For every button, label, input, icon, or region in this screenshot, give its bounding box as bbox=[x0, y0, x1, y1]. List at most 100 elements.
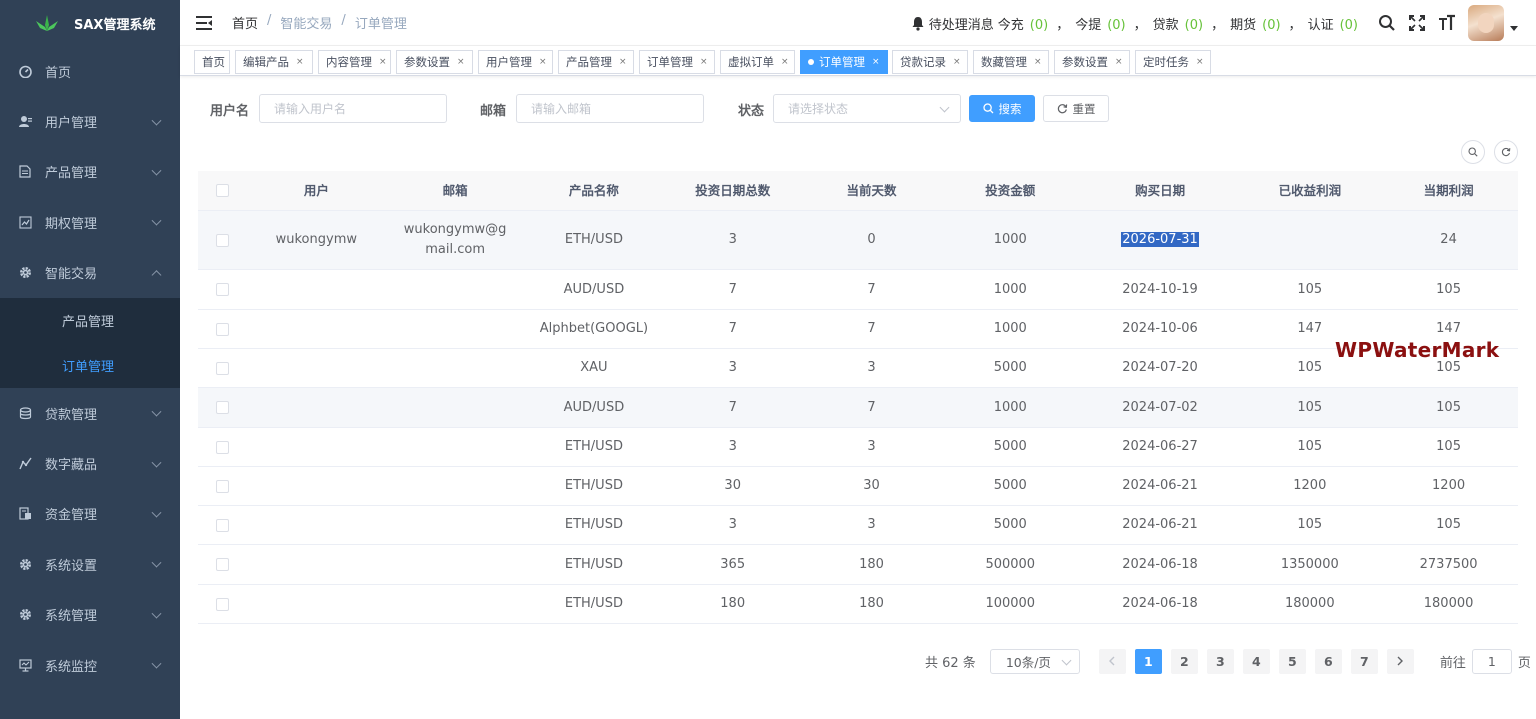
table-row[interactable]: AUD/USD 7 7 1000 2024-10-19 105 105 bbox=[198, 270, 1518, 310]
page-button-7[interactable]: 7 bbox=[1350, 648, 1378, 674]
table-row[interactable]: AUD/USD 7 7 1000 2024-07-02 105 105 bbox=[198, 388, 1518, 428]
tag-2[interactable]: 内容管理 × bbox=[318, 50, 391, 74]
stat-label[interactable]: 认证 bbox=[1308, 18, 1334, 33]
row-checkbox[interactable] bbox=[215, 322, 229, 336]
stat-label[interactable]: 贷款 bbox=[1153, 18, 1179, 33]
search-icon[interactable] bbox=[1378, 14, 1396, 32]
close-icon[interactable]: × bbox=[700, 57, 708, 67]
sidebar-item-0[interactable]: 首页 bbox=[0, 46, 180, 96]
sidebar-item-5[interactable]: 系统监控 bbox=[0, 640, 180, 690]
close-icon[interactable]: × bbox=[539, 57, 547, 67]
stat-count[interactable]: (0) bbox=[1185, 18, 1203, 33]
stat-count[interactable]: (0) bbox=[1030, 18, 1048, 33]
table-row[interactable]: ETH/USD 30 30 5000 2024-06-21 1200 1200 bbox=[198, 467, 1518, 506]
row-checkbox[interactable] bbox=[215, 361, 229, 375]
tag-4[interactable]: 用户管理 × bbox=[478, 50, 553, 74]
sidebar-item-1[interactable]: 用户管理 bbox=[0, 96, 180, 146]
row-checkbox[interactable] bbox=[215, 597, 229, 611]
prev-page-button[interactable] bbox=[1098, 648, 1126, 674]
table-row[interactable]: ETH/USD 3 3 5000 2024-06-27 105 105 bbox=[198, 428, 1518, 467]
table-row[interactable]: ETH/USD 180 180 100000 2024-06-18 180000 18000… bbox=[198, 585, 1518, 624]
avatar[interactable] bbox=[1468, 5, 1504, 41]
tag-1[interactable]: 编辑产品 × bbox=[235, 50, 313, 74]
breadcrumb-home[interactable]: 首页 bbox=[232, 13, 258, 32]
row-checkbox[interactable] bbox=[215, 283, 229, 296]
tag-7[interactable]: 虚拟订单 × bbox=[720, 50, 795, 74]
tag-0[interactable]: 首页 bbox=[194, 50, 230, 74]
close-icon[interactable]: × bbox=[296, 57, 304, 67]
refresh-table-button[interactable] bbox=[1494, 140, 1518, 164]
page-button-4[interactable]: 4 bbox=[1242, 648, 1270, 674]
close-icon[interactable]: × bbox=[619, 57, 627, 67]
sidebar-item-3[interactable]: 期权管理 bbox=[0, 197, 180, 247]
tag-6[interactable]: 订单管理 × bbox=[639, 50, 715, 74]
close-icon[interactable]: × bbox=[953, 57, 961, 67]
close-icon[interactable]: × bbox=[1034, 57, 1042, 67]
status-select[interactable]: 请选择状态 bbox=[773, 94, 961, 123]
fullscreen-icon[interactable] bbox=[1408, 14, 1426, 32]
row-checkbox[interactable] bbox=[215, 233, 229, 247]
sidebar-item-1[interactable]: 数字藏品 bbox=[0, 438, 180, 488]
page-button-5[interactable]: 5 bbox=[1278, 648, 1306, 674]
breadcrumb-smart-trading[interactable]: 智能交易 bbox=[280, 13, 332, 32]
tag-5[interactable]: 产品管理 × bbox=[558, 50, 634, 74]
sidebar-item-4[interactable]: 智能交易 bbox=[0, 248, 180, 298]
tag-11[interactable]: 参数设置 × bbox=[1054, 50, 1130, 74]
sidebar-item-3[interactable]: 系统设置 bbox=[0, 539, 180, 589]
close-icon[interactable]: × bbox=[1115, 57, 1123, 67]
reset-button[interactable]: 重置 bbox=[1043, 95, 1109, 122]
stat-count[interactable]: (0) bbox=[1107, 18, 1125, 33]
table-row[interactable]: XAU 3 3 5000 2024-07-20 105 105 bbox=[198, 349, 1518, 388]
goto-page-input[interactable]: 1 bbox=[1471, 648, 1512, 674]
bell-icon[interactable] bbox=[911, 16, 925, 31]
page-size-select[interactable]: 10条/页 bbox=[989, 648, 1080, 674]
row-checkbox[interactable] bbox=[215, 479, 229, 493]
username-input[interactable]: 请输入用户名 bbox=[259, 94, 447, 123]
close-icon[interactable]: × bbox=[1196, 57, 1204, 67]
dashboard-icon bbox=[18, 64, 32, 78]
submenu-item-1[interactable]: 订单管理 bbox=[0, 343, 180, 388]
tag-8[interactable]: 订单管理 × bbox=[800, 50, 888, 74]
page-button-2[interactable]: 2 bbox=[1170, 648, 1198, 674]
pending-messages-label[interactable]: 待处理消息 bbox=[929, 14, 994, 33]
font-size-icon[interactable] bbox=[1438, 14, 1456, 32]
page-button-3[interactable]: 3 bbox=[1206, 648, 1234, 674]
row-checkbox[interactable] bbox=[215, 401, 229, 414]
search-button[interactable]: 搜索 bbox=[969, 95, 1035, 122]
tag-12[interactable]: 定时任务 × bbox=[1135, 50, 1211, 74]
toggle-search-button[interactable] bbox=[1461, 140, 1485, 164]
next-page-button[interactable] bbox=[1386, 648, 1414, 674]
stat-label[interactable]: 今充 bbox=[998, 18, 1024, 33]
close-icon[interactable]: × bbox=[379, 57, 387, 67]
row-checkbox[interactable] bbox=[215, 558, 229, 571]
sidebar-item-2[interactable]: 产品管理 bbox=[0, 147, 180, 197]
stat-count[interactable]: (0) bbox=[1340, 18, 1358, 33]
close-icon[interactable]: × bbox=[872, 57, 880, 67]
search-icon bbox=[1468, 147, 1478, 157]
hamburger-icon[interactable] bbox=[196, 15, 212, 30]
email-input[interactable]: 请输入邮箱 bbox=[516, 94, 704, 123]
tag-3[interactable]: 参数设置 × bbox=[396, 50, 473, 74]
row-checkbox[interactable] bbox=[215, 440, 229, 454]
page-button-1[interactable]: 1 bbox=[1134, 648, 1162, 674]
sidebar-item-0[interactable]: 贷款管理 bbox=[0, 388, 180, 438]
table-row[interactable]: wukongymw wukongymw@gmail.com ETH/USD 3 0 100… bbox=[198, 211, 1518, 270]
sidebar-item-2[interactable]: 资金管理 bbox=[0, 489, 180, 539]
stat-count[interactable]: (0) bbox=[1262, 18, 1280, 33]
close-icon[interactable]: × bbox=[457, 57, 465, 67]
tag-10[interactable]: 数藏管理 × bbox=[973, 50, 1049, 74]
select-all-checkbox[interactable] bbox=[215, 184, 229, 197]
stat-label[interactable]: 期货 bbox=[1230, 18, 1256, 33]
cell-current-days: 180 bbox=[859, 596, 884, 611]
stat-label[interactable]: 今提 bbox=[1075, 18, 1101, 33]
close-icon[interactable]: × bbox=[781, 57, 789, 67]
submenu-item-0[interactable]: 产品管理 bbox=[0, 298, 180, 343]
page-button-6[interactable]: 6 bbox=[1314, 648, 1342, 674]
table-row[interactable]: ETH/USD 3 3 5000 2024-06-21 105 105 bbox=[198, 506, 1518, 545]
table-row[interactable]: ETH/USD 365 180 500000 2024-06-18 1350000 2737… bbox=[198, 545, 1518, 585]
table-row[interactable]: Alphbet(GOOGL) 7 7 1000 2024-10-06 147 147 bbox=[198, 310, 1518, 349]
row-checkbox[interactable] bbox=[215, 518, 229, 532]
tag-9[interactable]: 贷款记录 × bbox=[892, 50, 968, 74]
chevron-down-icon[interactable] bbox=[1510, 25, 1518, 31]
sidebar-item-4[interactable]: 系统管理 bbox=[0, 590, 180, 640]
